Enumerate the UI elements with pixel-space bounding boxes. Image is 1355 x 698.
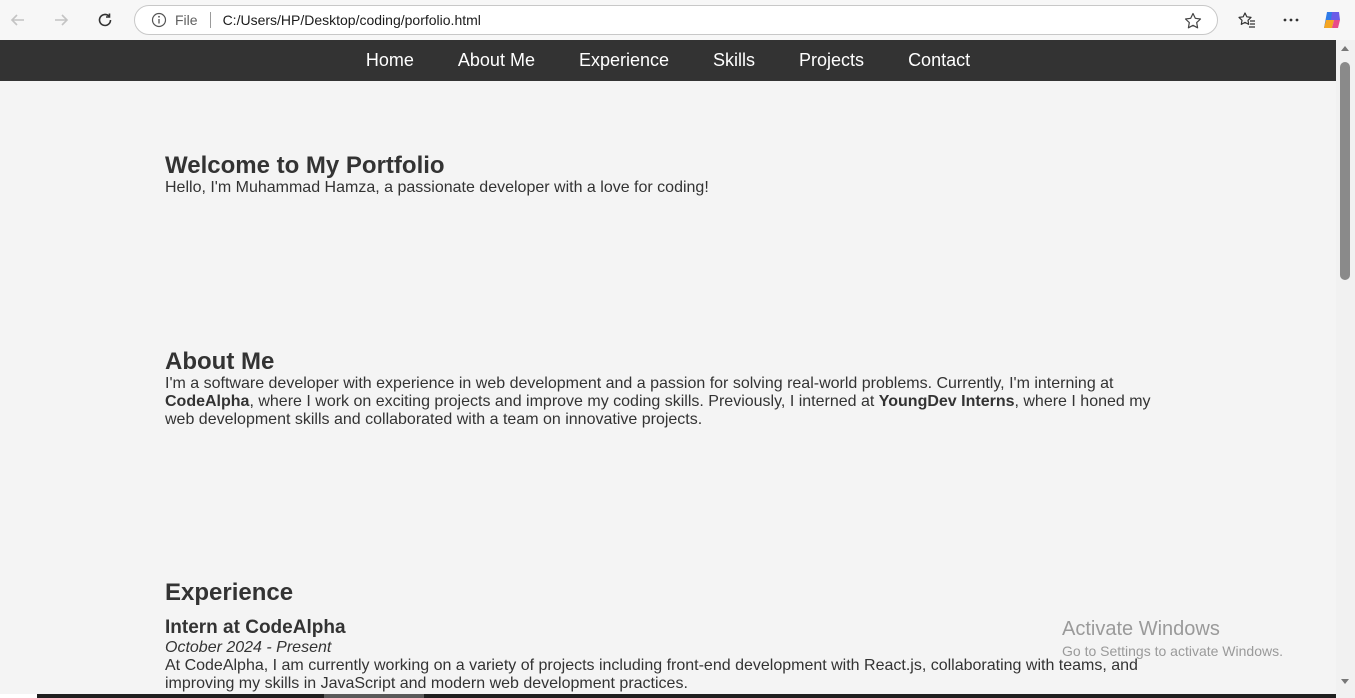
about-text-part: , where I work on exciting projects and … <box>249 393 879 410</box>
hero-title: Welcome to My Portfolio <box>165 152 445 179</box>
hero-text: Hello, I'm Muhammad Hamza, a passionate … <box>165 179 709 196</box>
nav-link-experience[interactable]: Experience <box>579 50 669 71</box>
nav-link-skills[interactable]: Skills <box>713 50 755 71</box>
about-text-part: I'm a software developer with experience… <box>165 375 1114 392</box>
bottom-edge <box>0 694 1336 698</box>
back-button[interactable] <box>4 6 32 34</box>
favorites-icon[interactable] <box>1236 9 1258 31</box>
copilot-icon[interactable] <box>1321 9 1343 31</box>
job-date: October 2024 - Present <box>165 639 332 656</box>
about-text: I'm a software developer with experience… <box>165 375 1155 429</box>
divider <box>209 12 211 28</box>
reload-icon <box>98 13 112 27</box>
browser-toolbar: File C:/Users/HP/Desktop/coding/porfolio… <box>0 0 1355 40</box>
scroll-up-arrow-icon[interactable] <box>1341 46 1349 51</box>
page-scrollbar[interactable] <box>1336 40 1355 698</box>
arrow-right-icon <box>55 14 69 26</box>
arrow-left-icon <box>10 14 24 26</box>
watermark-title: Activate Windows <box>1062 618 1220 640</box>
nav-link-contact[interactable]: Contact <box>908 50 970 71</box>
address-bar[interactable]: File C:/Users/HP/Desktop/coding/porfolio… <box>134 5 1218 35</box>
info-icon[interactable] <box>150 11 168 29</box>
url-text[interactable]: C:/Users/HP/Desktop/coding/porfolio.html <box>223 12 481 28</box>
job-description: At CodeAlpha, I am currently working on … <box>165 657 1138 692</box>
company-name: YoungDev Interns <box>878 393 1015 410</box>
job-title: Intern at CodeAlpha <box>165 617 346 638</box>
more-menu-icon[interactable] <box>1280 9 1302 31</box>
nav-link-about[interactable]: About Me <box>458 50 535 71</box>
company-name: CodeAlpha <box>165 393 250 410</box>
nav-link-projects[interactable]: Projects <box>799 50 864 71</box>
watermark-subtitle: Go to Settings to activate Windows. <box>1062 643 1283 659</box>
bottom-bar-segment <box>37 694 324 698</box>
experience-title: Experience <box>165 579 294 606</box>
scroll-down-arrow-icon[interactable] <box>1341 679 1349 684</box>
favorite-star-icon[interactable] <box>1183 11 1203 31</box>
bottom-bar-segment <box>324 694 424 698</box>
nav-link-home[interactable]: Home <box>366 50 414 71</box>
scrollbar-thumb[interactable] <box>1340 62 1350 280</box>
reload-button[interactable] <box>91 6 119 34</box>
activation-watermark: Activate Windows Go to Settings to activ… <box>1062 618 1283 661</box>
site-navbar: Home About Me Experience Skills Projects… <box>0 40 1336 81</box>
forward-button[interactable] <box>47 6 75 34</box>
scheme-label: File <box>175 12 198 28</box>
about-title: About Me <box>165 348 275 375</box>
bottom-bar-segment <box>424 694 1336 698</box>
